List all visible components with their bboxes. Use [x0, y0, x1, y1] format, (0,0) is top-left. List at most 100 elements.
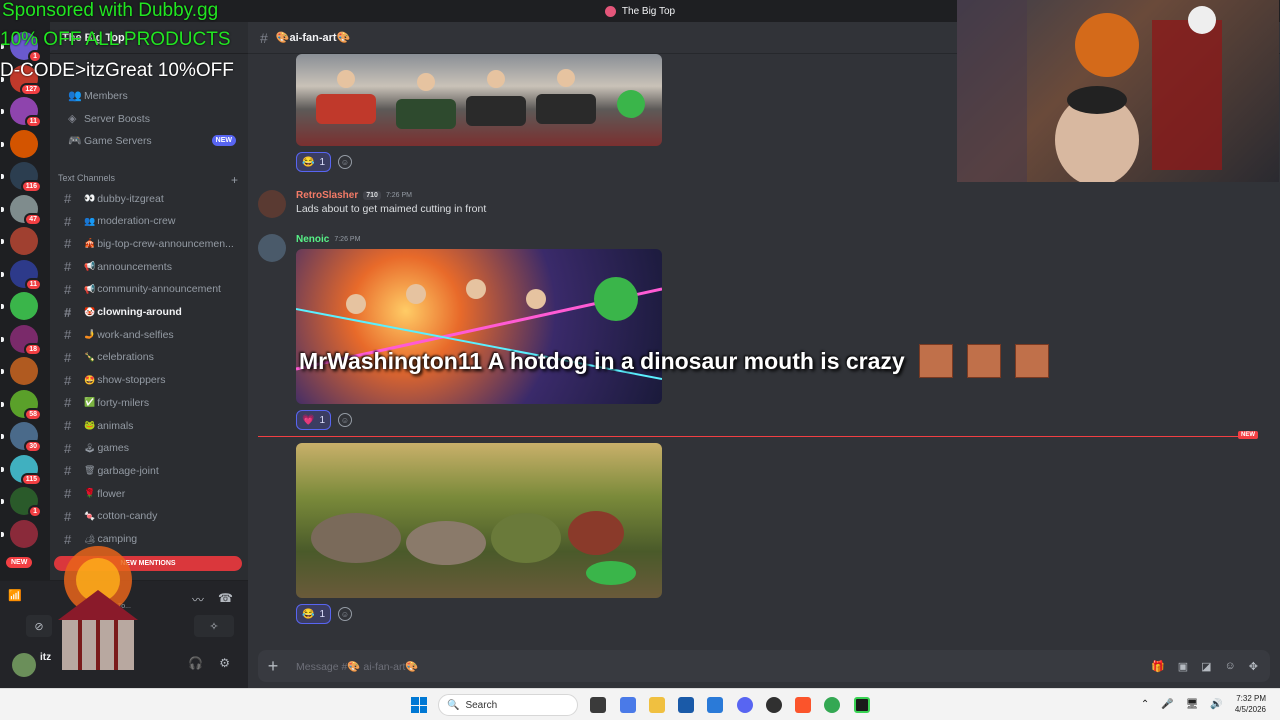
add-channel-icon[interactable]: +	[231, 173, 238, 187]
server-icon[interactable]: 116	[1, 162, 42, 193]
taskview-icon[interactable]	[590, 697, 606, 713]
server-badge: 58	[24, 407, 42, 421]
gif-icon[interactable]: ▣	[1178, 660, 1188, 673]
message-time: 7:26 PM	[334, 236, 361, 243]
taskbar-search[interactable]: 🔍 Search	[438, 694, 578, 716]
attach-plus-icon[interactable]: +	[258, 656, 288, 677]
copilot-icon[interactable]	[620, 697, 636, 713]
volume-icon[interactable]: 🔊	[1210, 699, 1222, 710]
channel-announcements[interactable]: # 📢 announcements	[58, 256, 242, 277]
headphones-icon[interactable]: 🎧	[188, 656, 203, 670]
sidebar-item-game-servers[interactable]: 🎮 Game Servers NEW	[58, 130, 242, 151]
palette-icon: 🎨	[336, 32, 351, 44]
gift-icon[interactable]: 🎁	[1151, 660, 1165, 673]
soundboard-icon[interactable]: 〰	[192, 591, 204, 608]
message-composer: + Message #🎨 ai-fan-art🎨 🎁 ▣ ◪ ☺ ✥	[258, 650, 1270, 682]
members-icon: 👥	[68, 90, 82, 102]
channel-forty-milers[interactable]: # ✅ forty-milers	[58, 392, 242, 413]
channel-show-stoppers[interactable]: # 🤩 show-stoppers	[58, 370, 242, 391]
sidebar-item-members[interactable]: 👥 Members	[58, 85, 242, 106]
brave-icon[interactable]	[795, 697, 811, 713]
channel-emoji: 🍬	[84, 510, 96, 521]
channel-big-top-crew-announcemen[interactable]: # 🎪 big-top-crew-announcemen...	[58, 233, 242, 254]
avatar[interactable]	[258, 234, 286, 262]
server-icon[interactable]	[1, 292, 38, 320]
channel-celebrations[interactable]: # 🍾 celebrations	[58, 347, 242, 368]
channel-community-announcement[interactable]: # 📢 community-announcement	[58, 279, 242, 300]
channel-emoji: 🗑	[84, 465, 96, 476]
network-icon[interactable]: 🖥	[1186, 699, 1199, 710]
server-icon[interactable]: 30	[1, 422, 42, 453]
new-badge: NEW	[211, 135, 236, 146]
chevron-up-icon[interactable]: ⌃	[1141, 699, 1149, 710]
unread-pip	[1, 531, 4, 537]
server-icon[interactable]	[1, 519, 38, 548]
add-reaction-icon[interactable]: ☺	[338, 155, 352, 169]
reaction-laugh-2[interactable]: 😂 1	[296, 604, 332, 624]
server-badge: 47	[24, 212, 42, 226]
server-icon[interactable]: 47	[1, 194, 42, 226]
emoji-icon[interactable]: ☺	[1225, 660, 1236, 673]
category-text-channels[interactable]: Text Channels +	[58, 173, 238, 187]
message-author[interactable]: RetroSlasher	[296, 190, 358, 201]
mic-icon[interactable]: 🎤	[1161, 699, 1173, 710]
sticker-icon[interactable]: ◪	[1201, 660, 1211, 673]
channel-name: games	[97, 442, 129, 455]
server-icon[interactable]: 18	[1, 324, 42, 356]
channel-moderation-crew[interactable]: # 👥 moderation-crew	[58, 211, 242, 232]
chrome-icon[interactable]	[824, 697, 840, 713]
channel-animals[interactable]: # 🐸 animals	[58, 415, 242, 436]
author-tag: 710	[363, 191, 381, 200]
store-icon[interactable]	[678, 697, 694, 713]
channel-games[interactable]: # 🕹 games	[58, 438, 242, 459]
discord-icon[interactable]	[737, 697, 753, 713]
server-icon[interactable]: 58	[1, 389, 42, 421]
channel-cotton-candy[interactable]: # 🍬 cotton-candy	[58, 506, 242, 527]
server-icon[interactable]: 1	[1, 487, 42, 518]
server-icon[interactable]: 115	[1, 454, 42, 486]
emote-icon	[918, 344, 953, 378]
new-divider-label: NEW	[1238, 431, 1258, 439]
add-reaction-icon[interactable]: ☺	[338, 413, 352, 427]
obs-icon[interactable]	[766, 697, 782, 713]
clock[interactable]: 7:32 PM 4/5/2026	[1235, 693, 1266, 715]
server-icon[interactable]	[1, 227, 38, 255]
ai-art-dinosaur-image[interactable]	[296, 443, 662, 598]
reaction-laugh[interactable]: 😂 1	[296, 152, 332, 172]
server-icon[interactable]	[1, 357, 38, 385]
hash-icon: #	[64, 486, 72, 502]
start-button[interactable]	[411, 697, 427, 713]
terminal-icon[interactable]	[854, 697, 870, 713]
disconnect-icon[interactable]: ☎	[218, 591, 233, 605]
server-icon[interactable]	[1, 129, 38, 158]
new-unread-badge[interactable]: NEW	[6, 557, 33, 568]
server-icon[interactable]: 11	[1, 97, 42, 128]
channel-garbage-joint[interactable]: # 🗑 garbage-joint	[58, 460, 242, 481]
avatar[interactable]	[12, 653, 36, 677]
system-tray: ⌃ 🎤 🖥 🔊 7:32 PM 4/5/2026	[1141, 693, 1266, 715]
apps-icon[interactable]: ✥	[1249, 660, 1258, 673]
activity-button[interactable]: ✧	[194, 615, 234, 637]
channel-flower[interactable]: # 🌹 flower	[58, 483, 242, 504]
channel-name: moderation-crew	[97, 215, 176, 228]
sidebar-item-label: Game Servers	[84, 134, 152, 147]
channel-name: community-announcement	[97, 283, 221, 296]
outlook-icon[interactable]	[707, 697, 723, 713]
reaction-emoji: 💗	[302, 414, 315, 426]
channel-dubby-itzgreat[interactable]: # 👀 dubby-itzgreat	[58, 188, 242, 209]
reaction-heart[interactable]: 💗 1	[296, 410, 332, 430]
ai-art-action-image[interactable]	[296, 249, 662, 404]
file-explorer-icon[interactable]	[649, 697, 665, 713]
channel-clowning-around[interactable]: # 🤡 clowning-around	[58, 302, 242, 323]
channel-emoji: 🍾	[84, 351, 96, 362]
hash-icon: #	[64, 213, 72, 229]
message-author[interactable]: Nenoic	[296, 234, 329, 245]
gear-icon[interactable]: ⚙	[219, 656, 230, 670]
channel-work-and-selfies[interactable]: # 🤳 work-and-selfies	[58, 324, 242, 345]
message-input[interactable]: Message #🎨 ai-fan-art🎨	[296, 660, 418, 673]
avatar[interactable]	[258, 190, 286, 218]
add-reaction-icon[interactable]: ☺	[338, 607, 352, 621]
server-icon[interactable]: 11	[1, 259, 42, 291]
ai-art-gokart-image[interactable]	[296, 54, 662, 146]
sidebar-item-server-boosts[interactable]: ◈ Server Boosts	[58, 108, 242, 129]
